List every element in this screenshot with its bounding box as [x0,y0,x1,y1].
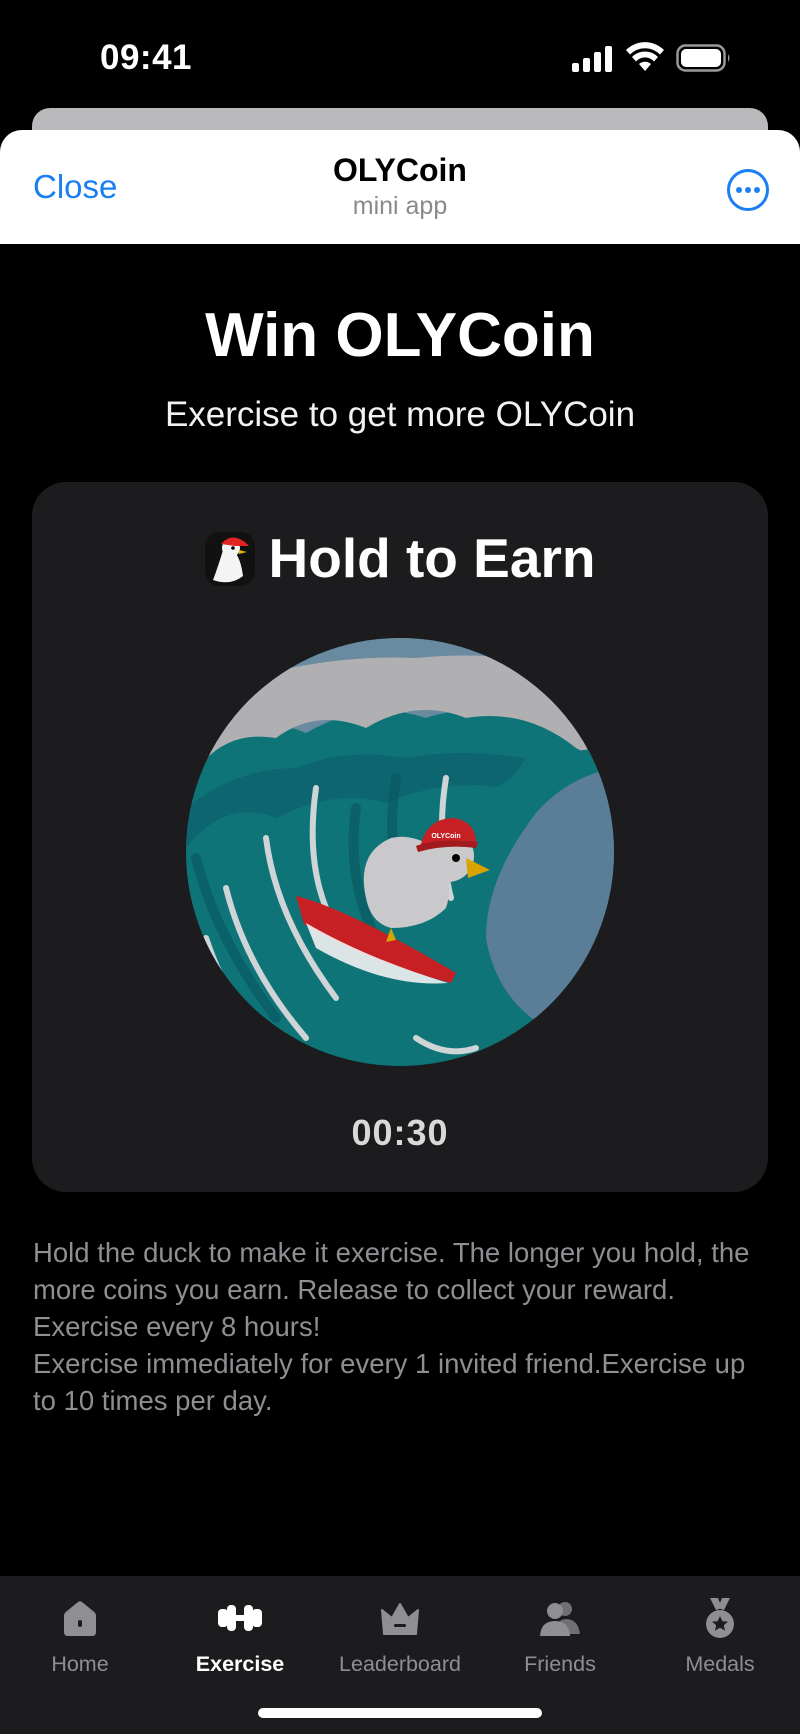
status-time: 09:41 [100,38,193,77]
tab-label: Friends [524,1652,596,1676]
page-subtitle: Exercise to get more OLYCoin [164,395,636,434]
tab-label: Exercise [195,1652,285,1676]
app-subtitle: mini app [352,192,448,220]
status-bar: 09:41 [0,0,800,118]
medal-icon [706,1598,734,1638]
dumbbell-icon [218,1605,262,1631]
instructions-paragraph: Exercise immediately for every 1 invited… [33,1348,746,1416]
friends-icon [540,1602,580,1636]
tab-friends[interactable]: Friends [480,1596,640,1677]
app-title: OLYCoin [333,152,467,188]
surfing-duck-illustration: OLYCoin [186,638,614,1066]
crown-icon [381,1603,419,1635]
wifi-icon [626,42,664,71]
card-heading: Hold to Earn [0,527,800,589]
tab-label: Medals [685,1652,755,1676]
instructions-paragraph: Hold the duck to make it exercise. The l… [33,1237,750,1342]
exercise-timer: 00:30 [351,1112,449,1153]
tab-exercise[interactable]: Exercise [160,1596,320,1677]
battery-icon [676,44,730,72]
page-title: Win OLYCoin [205,301,595,370]
tab-label: Leaderboard [339,1652,461,1676]
cap-text: OLYCoin [431,833,460,840]
tab-home[interactable]: Home [0,1596,160,1677]
cellular-signal-icon [572,46,612,72]
exercise-duck-button[interactable]: OLYCoin [186,638,614,1066]
mini-app-header: Close OLYCoin mini app [0,130,800,244]
home-icon [64,1601,96,1636]
instructions-text: Hold the duck to make it exercise. The l… [33,1234,773,1419]
tab-label: Home [51,1652,109,1676]
more-options-icon[interactable] [726,168,770,212]
card-title: Hold to Earn [268,527,596,589]
tab-medals[interactable]: Medals [640,1596,800,1677]
tab-leaderboard[interactable]: Leaderboard [320,1596,480,1677]
home-indicator [258,1708,542,1718]
duck-icon [204,532,255,586]
